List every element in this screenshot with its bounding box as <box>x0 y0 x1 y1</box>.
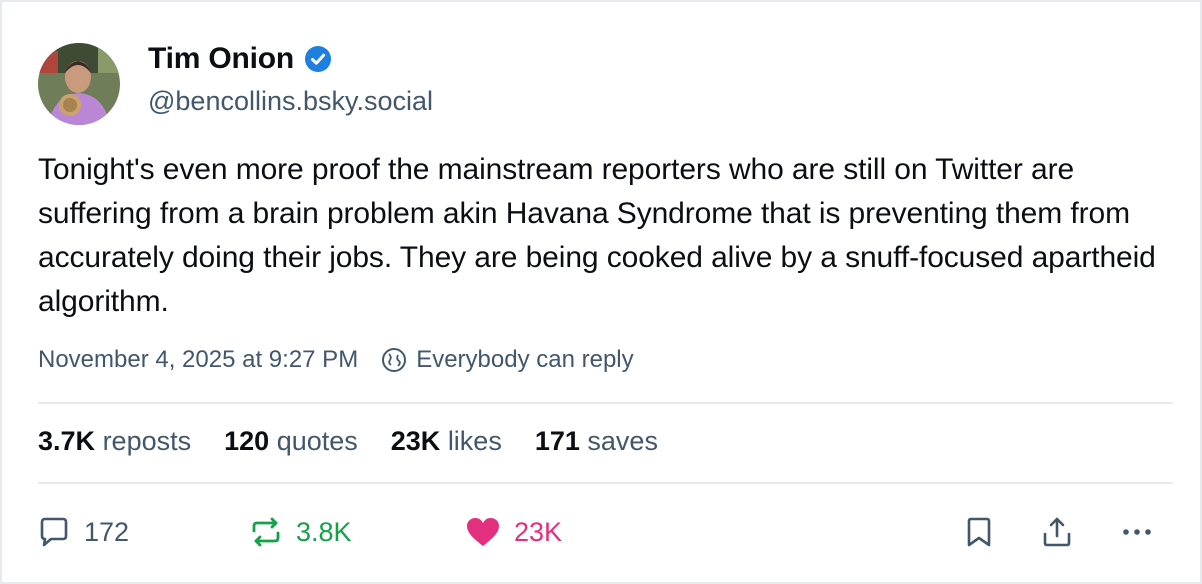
divider <box>38 402 1173 404</box>
post-card: Tim Onion @bencollins.bsky.social Tonigh… <box>0 0 1202 584</box>
post-text: Tonight's even more proof the mainstream… <box>38 153 1156 318</box>
repost-button[interactable]: 3.8K <box>248 507 352 557</box>
author-handle[interactable]: @bencollins.bsky.social <box>148 86 433 117</box>
avatar[interactable] <box>38 43 120 125</box>
post-timestamp[interactable]: November 4, 2025 at 9:27 PM <box>38 346 358 374</box>
post-meta: November 4, 2025 at 9:27 PM Everybody ca… <box>38 346 634 374</box>
reposts-count: 3.7K <box>38 426 96 456</box>
action-bar: 172 3.8K 23K <box>2 507 1202 557</box>
heart-icon <box>464 514 502 550</box>
likes-count: 23K <box>390 426 441 456</box>
quotes-stat[interactable]: 120 quotes <box>224 426 358 457</box>
reply-button[interactable]: 172 <box>36 507 129 557</box>
share-icon <box>1040 514 1074 550</box>
author-row: Tim Onion <box>148 42 332 76</box>
share-button[interactable] <box>1040 507 1074 557</box>
engagement-stats: 3.7K reposts 120 quotes 23K likes 171 sa… <box>38 426 691 457</box>
more-options-button[interactable] <box>1119 507 1155 557</box>
author-name[interactable]: Tim Onion <box>148 42 294 76</box>
repost-arrows-icon <box>248 514 284 550</box>
bookmark-button[interactable] <box>964 507 994 557</box>
saves-count: 171 <box>534 426 580 456</box>
reposts-stat[interactable]: 3.7K reposts <box>38 426 191 457</box>
reposts-label: reposts <box>102 426 192 456</box>
bookmark-icon <box>964 514 994 550</box>
quotes-label: quotes <box>276 426 358 456</box>
divider <box>38 482 1173 484</box>
saves-label: saves <box>587 426 658 456</box>
reply-setting[interactable]: Everybody can reply <box>416 346 633 374</box>
reply-count: 172 <box>84 516 130 547</box>
saves-stat[interactable]: 171 saves <box>535 426 658 457</box>
quotes-count: 120 <box>224 426 270 456</box>
likes-label: likes <box>447 426 502 456</box>
repost-count: 3.8K <box>296 516 352 547</box>
verified-badge-icon[interactable] <box>304 45 332 73</box>
likes-stat[interactable]: 23K likes <box>391 426 502 457</box>
more-dots-icon <box>1119 514 1155 550</box>
globe-icon <box>380 346 408 374</box>
like-count: 23K <box>514 516 563 547</box>
like-button[interactable]: 23K <box>464 507 562 557</box>
speech-bubble-icon <box>36 514 72 550</box>
